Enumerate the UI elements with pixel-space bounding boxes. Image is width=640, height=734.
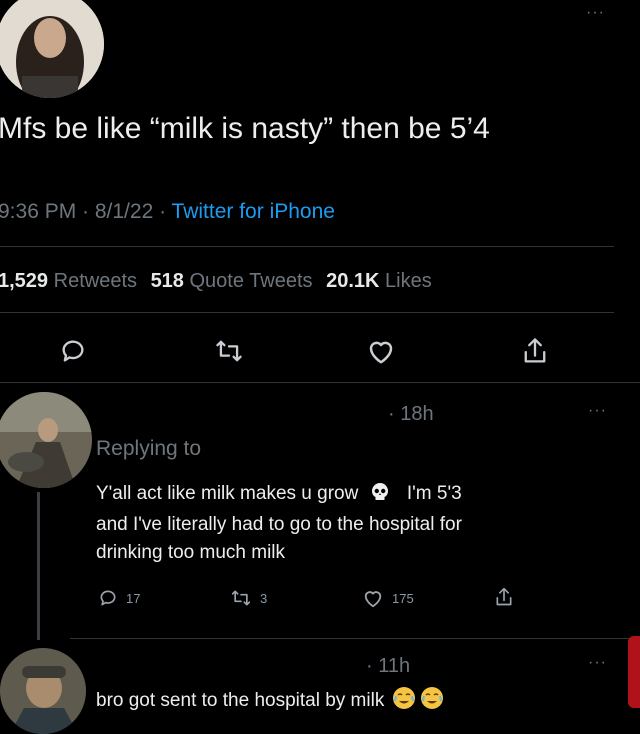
tweet-text: Mfs be like “milk is nasty” then be 5’4 xyxy=(0,112,490,145)
reply-1-share-button[interactable] xyxy=(494,586,514,608)
author-avatar-image xyxy=(0,0,104,98)
retweets-stat[interactable]: 1,529 Retweets xyxy=(0,270,137,292)
reply-button[interactable] xyxy=(56,334,90,368)
thread-line xyxy=(37,492,40,640)
tweet-source-link[interactable]: Twitter for iPhone xyxy=(172,200,335,223)
reply-1-avatar[interactable] xyxy=(0,392,92,488)
likes-stat[interactable]: 20.1K Likes xyxy=(326,270,432,292)
divider-2 xyxy=(0,312,614,313)
tweet-meta: 9:36 PM · 8/1/22 · Twitter for iPhone xyxy=(0,200,335,224)
reply-1-more-button[interactable]: ··· xyxy=(588,402,607,420)
reply-1-text: Y'all act like milk makes u grow I'm 5'3… xyxy=(96,480,462,567)
quote-tweets-stat[interactable]: 518 Quote Tweets xyxy=(151,270,313,292)
divider-4 xyxy=(70,638,640,639)
heart-icon xyxy=(369,341,393,364)
like-button[interactable] xyxy=(364,334,398,368)
divider-3 xyxy=(0,382,640,383)
reply-2-more-button[interactable]: ··· xyxy=(588,654,607,672)
reply-icon xyxy=(100,590,116,606)
reply-1-retweet-button[interactable]: 3 xyxy=(230,588,267,608)
share-icon xyxy=(524,338,546,363)
share-icon xyxy=(496,587,512,606)
retweet-icon xyxy=(231,590,251,606)
divider-1 xyxy=(0,246,614,247)
reply-1-text-part-a: Y'all act like milk makes u grow xyxy=(96,483,359,504)
reply-2-avatar[interactable] xyxy=(0,648,86,734)
reply-1-like-button[interactable]: 175 xyxy=(362,588,414,608)
reply-1-retweet-count: 3 xyxy=(260,590,268,606)
reply-2-text: bro got sent to the hospital by milk xyxy=(96,690,385,711)
crying-face-icon xyxy=(392,686,416,716)
reply-2-avatar-image xyxy=(0,648,86,734)
tweet-stats: 1,529 Retweets 518 Quote Tweets 20.1K Li… xyxy=(0,270,432,293)
reply-2-text-row: bro got sent to the hospital by milk xyxy=(96,686,444,716)
reply-1-like-count: 175 xyxy=(392,590,414,606)
reply-icon xyxy=(62,340,84,362)
reply-1-replying-to: Replying to xyxy=(96,437,202,460)
retweet-icon xyxy=(216,340,242,362)
reply-1-reply-count: 17 xyxy=(126,590,141,606)
red-edge-marker xyxy=(628,636,640,708)
reply-1-line-3: drinking too much milk xyxy=(96,542,286,563)
reply-2-time: · 11h xyxy=(366,655,411,677)
reply-1-reply-button[interactable]: 17 xyxy=(98,588,140,608)
heart-icon xyxy=(364,591,382,608)
tweet-more-button[interactable]: ··· xyxy=(586,4,605,22)
tweet-timestamp: 9:36 PM · 8/1/22 · xyxy=(0,200,172,223)
reply-1-line-1: Y'all act like milk makes u grow I'm 5'3 xyxy=(96,480,462,511)
author-avatar[interactable] xyxy=(0,0,104,98)
crying-face-icon xyxy=(420,686,444,716)
reply-1-time: · 18h xyxy=(388,403,434,425)
reply-1-avatar-image xyxy=(0,392,92,488)
retweet-button[interactable] xyxy=(212,334,246,368)
reply-1-line-2: and I've literally had to go to the hosp… xyxy=(96,514,462,535)
skull-icon xyxy=(370,482,390,511)
share-button[interactable] xyxy=(518,334,552,368)
reply-1-text-part-b: I'm 5'3 xyxy=(406,483,462,504)
